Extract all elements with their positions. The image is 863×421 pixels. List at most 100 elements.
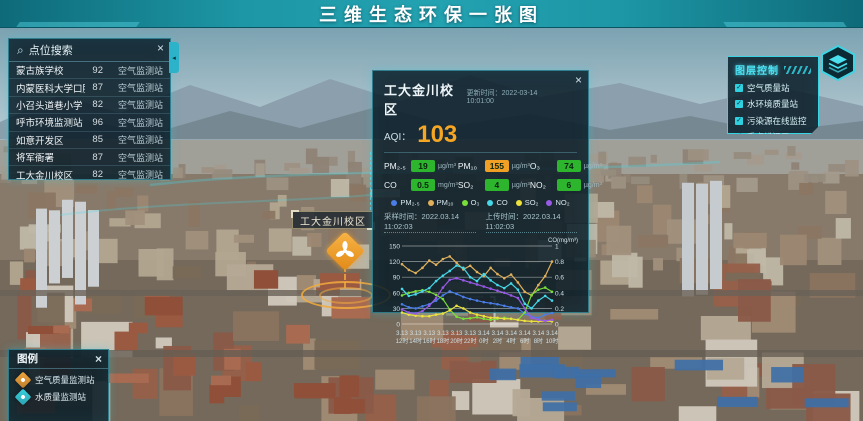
- station-search-panel: ⌕ 点位搜索 × 蒙古族学校92空气监测站内蒙医科大学口腔医院87空气监测站小召…: [8, 38, 171, 180]
- pollutant-value-badge: 19: [411, 160, 435, 172]
- station-type: 空气监测站: [107, 98, 163, 111]
- svg-text:120: 120: [389, 259, 400, 266]
- chart-legend-item: CO: [487, 198, 507, 207]
- station-aqi-value: 85: [85, 134, 107, 145]
- layers-icon: [820, 44, 856, 82]
- pollutant-grid: PM₂.₅19µg/m³PM₁₀155µg/m³O₃74µg/m³CO0.5mg…: [384, 160, 577, 191]
- pollutant-label: O₃: [530, 161, 554, 171]
- svg-text:CO(mg/m³): CO(mg/m³): [548, 238, 578, 244]
- legend-item: 空气质量监测站: [9, 369, 108, 386]
- legend-dot: [516, 200, 522, 206]
- air-station-marker[interactable]: [325, 231, 365, 271]
- sample-time: 采样时间：2022.03.14 11:02:03: [384, 211, 476, 233]
- search-result-list: 蒙古族学校92空气监测站内蒙医科大学口腔医院87空气监测站小召头道巷小学82空气…: [9, 62, 170, 183]
- close-icon[interactable]: ×: [575, 74, 582, 86]
- station-aqi-value: 96: [85, 117, 107, 128]
- marker-leader-line: [370, 152, 371, 210]
- layer-checkbox[interactable]: ✓: [735, 100, 743, 108]
- legend-label: SO₂: [525, 198, 539, 207]
- station-type: 空气监测站: [107, 168, 163, 181]
- station-aqi-value: 87: [85, 82, 107, 93]
- layer-label: 污染源在线监控: [747, 115, 807, 127]
- pollutant-unit: mg/m³: [438, 182, 458, 189]
- pollutant-value-badge: 4: [485, 179, 509, 191]
- svg-text:3.13: 3.13: [410, 331, 422, 337]
- pollutant-cell: CO0.5mg/m³: [384, 179, 458, 191]
- svg-text:3.14: 3.14: [533, 331, 545, 337]
- search-result-row[interactable]: 如意开发区85空气监测站: [9, 132, 170, 149]
- svg-text:3.14: 3.14: [519, 331, 531, 337]
- station-detail-panel: 工大金川校区 更新时间：2022-03-14 10:01:00 × AQI： 1…: [372, 70, 589, 313]
- map-legend-panel: 图例 × 空气质量监测站水质量监测站: [8, 349, 109, 421]
- legend-item-list: 空气质量监测站水质量监测站: [9, 369, 108, 403]
- svg-text:0: 0: [555, 322, 559, 329]
- legend-item-label: 空气质量监测站: [35, 374, 95, 386]
- pollutant-unit: µg/m³: [512, 163, 530, 170]
- legend-dot: [546, 200, 552, 206]
- station-name: 将军衙署: [16, 150, 85, 164]
- layer-toggle-item[interactable]: ✓ 水环境质量站: [735, 98, 811, 110]
- station-aqi-value: 87: [85, 152, 107, 163]
- svg-text:60: 60: [393, 290, 401, 297]
- series-PM₁₀: [402, 256, 552, 295]
- station-name: 工大金川校区: [16, 168, 85, 182]
- chart-legend-item: SO₂: [516, 198, 539, 207]
- station-aqi-value: 82: [85, 99, 107, 110]
- svg-text:0.6: 0.6: [555, 275, 564, 282]
- layer-control-panel: 图层控制 ✓空气质量站✓水环境质量站✓污染源在线监控✓重点排污口✓视频监控: [727, 56, 819, 134]
- svg-text:3.13: 3.13: [451, 331, 463, 337]
- legend-dot: [462, 200, 468, 206]
- svg-text:150: 150: [389, 244, 400, 251]
- layer-toggle-item[interactable]: ✓ 污染源在线监控: [735, 115, 811, 127]
- svg-text:3.14: 3.14: [546, 331, 558, 337]
- close-icon[interactable]: ×: [157, 42, 164, 54]
- svg-text:14时: 14时: [409, 337, 422, 345]
- search-result-row[interactable]: 内蒙医科大学口腔医院87空气监测站: [9, 79, 170, 96]
- station-marker-icon: [15, 389, 32, 406]
- station-aqi-value: 82: [85, 169, 107, 180]
- upload-time: 上传时间：2022.03.14 11:02:03: [486, 211, 578, 233]
- hatch-decoration: [784, 66, 811, 74]
- svg-text:0.8: 0.8: [555, 259, 564, 266]
- close-icon[interactable]: ×: [95, 353, 102, 365]
- station-type: 空气监测站: [107, 64, 163, 77]
- chart-legend-item: PM₂.₅: [391, 198, 419, 207]
- svg-text:3.13: 3.13: [396, 331, 408, 337]
- pollutant-trend-chart: 150120906030010.80.60.40.20CO(mg/m³)3.13…: [384, 235, 579, 347]
- svg-text:20时: 20时: [450, 337, 463, 345]
- svg-text:0: 0: [396, 322, 400, 329]
- search-result-row[interactable]: 工大金川校区82空气监测站: [9, 166, 170, 182]
- station-update-time: 更新时间：2022-03-14 10:01:00: [467, 88, 565, 105]
- svg-text:90: 90: [393, 275, 401, 282]
- svg-text:6时: 6时: [520, 337, 529, 345]
- svg-text:4时: 4时: [506, 337, 515, 345]
- layer-toggle-item[interactable]: ✓空气质量站: [735, 82, 811, 94]
- station-type: 空气监测站: [107, 151, 163, 164]
- chart-legend-item: O₃: [462, 198, 480, 207]
- search-result-row[interactable]: 呼市环境监测站96空气监测站: [9, 114, 170, 131]
- search-panel-title: 点位搜索: [29, 42, 73, 58]
- pollutant-value-badge: 74: [557, 160, 581, 172]
- header-decoration-left: [16, 22, 140, 27]
- legend-label: O₃: [471, 198, 480, 207]
- layer-hex-button[interactable]: [820, 44, 856, 82]
- station-name: 小召头道巷小学: [16, 98, 85, 112]
- layer-checkbox[interactable]: ✓: [735, 117, 743, 125]
- pollutant-label: CO: [384, 180, 408, 190]
- panel-collapse-tab[interactable]: ◂: [169, 42, 179, 73]
- search-result-row[interactable]: 将军衙署87空气监测站: [9, 149, 170, 166]
- layer-checkbox[interactable]: ✓: [735, 84, 743, 92]
- pollutant-unit: µg/m³: [438, 163, 456, 170]
- search-panel-header: ⌕ 点位搜索 ×: [9, 39, 170, 62]
- station-marker-label[interactable]: 工大金川校区: [292, 211, 374, 229]
- station-name: 内蒙医科大学口腔医院: [16, 81, 85, 95]
- layer-label: 水环境质量站: [747, 98, 798, 110]
- svg-text:16时: 16时: [423, 337, 436, 345]
- pollutant-unit: µg/m³: [584, 163, 602, 170]
- svg-text:3.13: 3.13: [423, 331, 435, 337]
- search-result-row[interactable]: 小召头道巷小学82空气监测站: [9, 97, 170, 114]
- search-result-row[interactable]: 蒙古族学校92空气监测站: [9, 62, 170, 79]
- legend-label: PM₁₀: [437, 198, 454, 207]
- legend-panel-header: 图例 ×: [9, 350, 108, 369]
- svg-text:3.14: 3.14: [492, 331, 504, 337]
